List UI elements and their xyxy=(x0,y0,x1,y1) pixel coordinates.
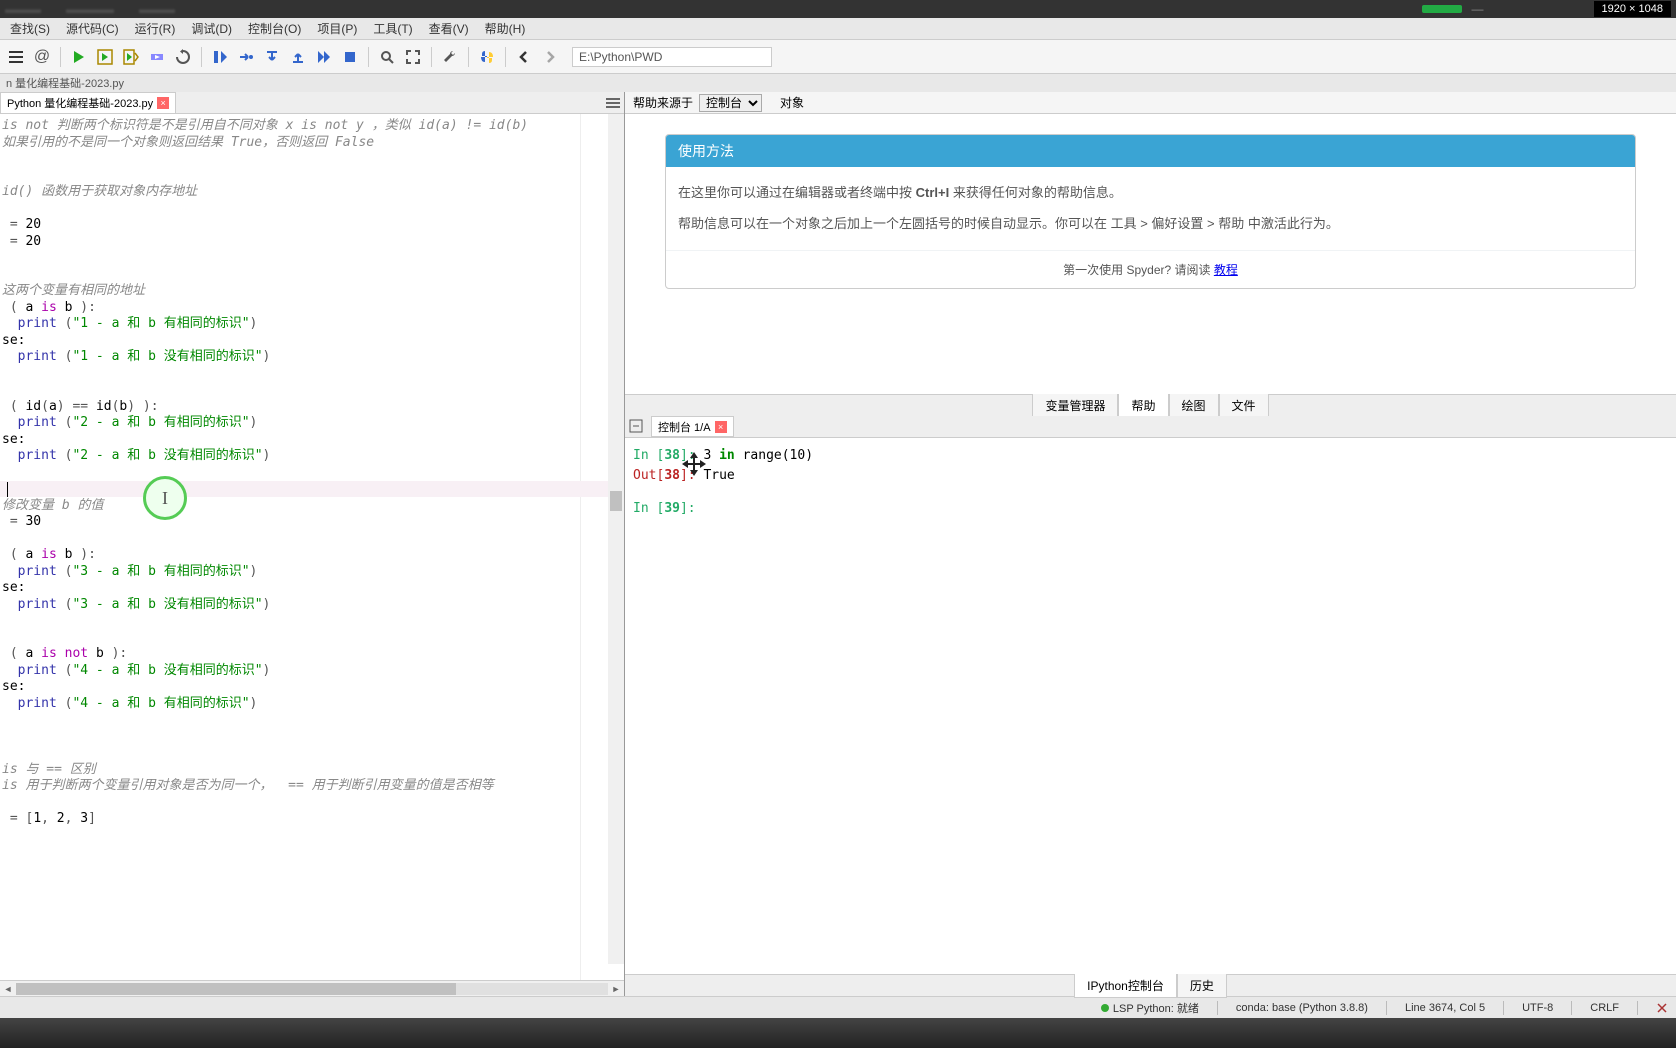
status-line-col: Line 3674, Col 5 xyxy=(1405,1002,1485,1014)
help-source-select[interactable]: 控制台 xyxy=(699,94,762,112)
hscroll-thumb[interactable] xyxy=(16,983,456,995)
scroll-right-icon[interactable]: ► xyxy=(608,981,624,997)
console-line-out38: Out[38]: True xyxy=(633,466,1668,486)
menu-bar: 查找(S) 源代码(C) 运行(R) 调试(D) 控制台(O) 项目(P) 工具… xyxy=(0,18,1676,40)
at-icon[interactable]: @ xyxy=(30,45,54,69)
breadcrumb: n 量化编程基础-2023.py xyxy=(0,74,1676,92)
menu-run[interactable]: 运行(R) xyxy=(127,17,184,40)
help-header: 帮助来源于 控制台 对象 xyxy=(625,92,1676,114)
menu-debug[interactable]: 调试(D) xyxy=(183,17,240,40)
console-new-icon[interactable] xyxy=(629,419,645,435)
debug-step-icon[interactable] xyxy=(234,45,258,69)
help-footer: 第一次使用 Spyder? 请阅读 教程 xyxy=(666,250,1635,288)
bottom-pane-tabs: IPython控制台 历史 xyxy=(625,974,1676,996)
debug-start-icon[interactable] xyxy=(208,45,232,69)
vertical-scrollbar[interactable] xyxy=(608,114,624,964)
menu-tools[interactable]: 工具(T) xyxy=(365,17,420,40)
scroll-left-icon[interactable]: ◄ xyxy=(0,981,16,997)
console-line-in38: In [38]: 3 in range(10) xyxy=(633,446,1668,466)
outline-icon[interactable] xyxy=(4,45,28,69)
help-pane: 使用方法 在这里你可以通过在编辑器或者终端中按 Ctrl+I 来获得任何对象的帮… xyxy=(625,114,1676,394)
help-box-title: 使用方法 xyxy=(666,135,1635,167)
os-taskbar[interactable] xyxy=(0,1018,1676,1048)
back-icon[interactable] xyxy=(512,45,536,69)
rerun-icon[interactable] xyxy=(171,45,195,69)
console-tab-label: 控制台 1/A xyxy=(658,419,711,435)
progress-indicator xyxy=(1422,5,1462,13)
menu-find[interactable]: 查找(S) xyxy=(2,17,58,40)
console-tabs: 控制台 1/A × xyxy=(625,416,1676,438)
editor-tab-active[interactable]: Python 量化编程基础-2023.py × xyxy=(0,92,176,113)
status-memory xyxy=(1656,1002,1668,1014)
console-line-in39: In [39]: xyxy=(633,499,1668,519)
tab-history[interactable]: 历史 xyxy=(1177,973,1227,998)
status-conda[interactable]: conda: base (Python 3.8.8) xyxy=(1236,1002,1368,1014)
close-icon[interactable]: × xyxy=(157,97,169,109)
tutorial-link[interactable]: 教程 xyxy=(1214,263,1238,277)
scrollbar-thumb[interactable] xyxy=(610,491,622,511)
tab-help[interactable]: 帮助 xyxy=(1118,393,1168,418)
debug-continue-icon[interactable] xyxy=(312,45,336,69)
status-bar: LSP Python: 就绪 conda: base (Python 3.8.8… xyxy=(0,996,1676,1018)
status-eol[interactable]: CRLF xyxy=(1590,1002,1619,1014)
code-editor[interactable]: is not 判断两个标识符是不是引用自不同对象 x is not y ，类似 … xyxy=(0,114,624,980)
maximize-icon[interactable] xyxy=(401,45,425,69)
tab-ipython-console[interactable]: IPython控制台 xyxy=(1074,973,1177,998)
debug-step-in-icon[interactable] xyxy=(260,45,284,69)
preferences-icon[interactable] xyxy=(438,45,462,69)
editor-panel: Python 量化编程基础-2023.py × is not 判断两个标识符是不… xyxy=(0,92,625,996)
text-cursor-highlight: I xyxy=(143,476,187,520)
menu-view[interactable]: 查看(V) xyxy=(421,17,477,40)
ipython-console[interactable]: In [38]: 3 in range(10) Out[38]: True In… xyxy=(625,438,1676,974)
run-cell-icon[interactable] xyxy=(93,45,117,69)
mid-pane-tabs: 变量管理器 帮助 绘图 文件 xyxy=(625,394,1676,416)
forward-icon[interactable] xyxy=(538,45,562,69)
python-path-icon[interactable] xyxy=(475,45,499,69)
editor-tab-label: Python 量化编程基础-2023.py xyxy=(7,95,153,111)
menu-source[interactable]: 源代码(C) xyxy=(58,17,127,40)
menu-console[interactable]: 控制台(O) xyxy=(240,17,309,40)
menu-help[interactable]: 帮助(H) xyxy=(477,17,534,40)
help-source-label: 帮助来源于 xyxy=(633,94,693,111)
tab-variable-explorer[interactable]: 变量管理器 xyxy=(1032,393,1118,418)
editor-tabs: Python 量化编程基础-2023.py × xyxy=(0,92,624,114)
status-lsp: LSP Python: 就绪 xyxy=(1101,1000,1199,1016)
tab-menu-icon[interactable] xyxy=(606,96,620,110)
console-tab-active[interactable]: 控制台 1/A × xyxy=(651,416,734,437)
run-icon[interactable] xyxy=(67,45,91,69)
debug-step-out-icon[interactable] xyxy=(286,45,310,69)
run-cell-advance-icon[interactable] xyxy=(119,45,143,69)
status-encoding[interactable]: UTF-8 xyxy=(1522,1002,1553,1014)
toolbar: @ E:\Python\PWD xyxy=(0,40,1676,74)
search-icon[interactable] xyxy=(375,45,399,69)
move-cursor-icon xyxy=(680,450,708,478)
help-text-1: 在这里你可以通过在编辑器或者终端中按 Ctrl+I 来获得任何对象的帮助信息。 xyxy=(678,181,1623,204)
working-dir-input[interactable]: E:\Python\PWD xyxy=(572,47,772,67)
tab-plots[interactable]: 绘图 xyxy=(1169,393,1219,418)
help-object-label: 对象 xyxy=(780,94,804,111)
close-icon[interactable]: × xyxy=(715,421,727,433)
run-selection-icon[interactable] xyxy=(145,45,169,69)
tab-files[interactable]: 文件 xyxy=(1219,393,1269,418)
debug-stop-icon[interactable] xyxy=(338,45,362,69)
menu-project[interactable]: 项目(P) xyxy=(309,17,365,40)
resolution-badge: 1920 × 1048 xyxy=(1594,1,1671,17)
help-text-2: 帮助信息可以在一个对象之后加上一个左圆括号的时候自动显示。你可以在 工具 > 偏… xyxy=(678,212,1623,235)
title-bar: ▬▬▬▬▬▬▬▬▬▬ — 1920 × 1048 xyxy=(0,0,1676,18)
horizontal-scrollbar[interactable]: ◄ ► xyxy=(0,980,624,996)
window-control-minimize[interactable]: — xyxy=(1472,2,1484,16)
